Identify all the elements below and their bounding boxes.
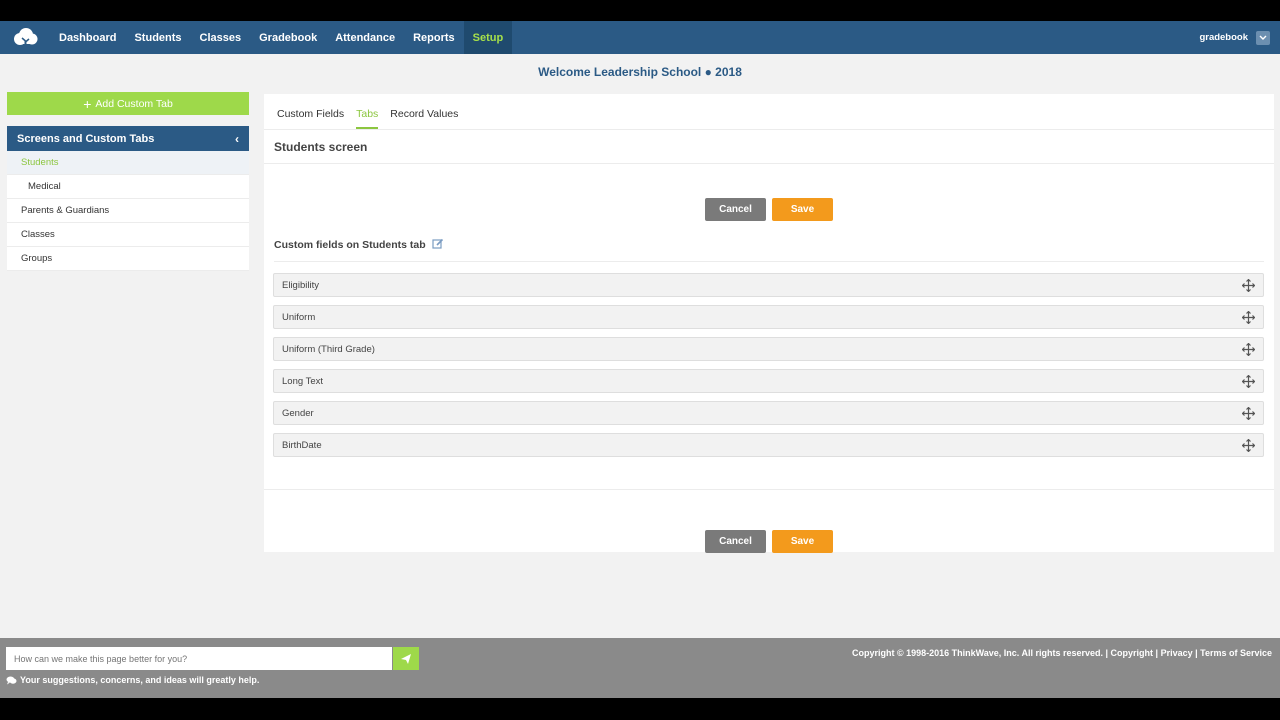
field-row[interactable]: BirthDate	[273, 433, 1264, 457]
sidebar-item-students[interactable]: Students	[7, 151, 249, 175]
custom-fields-list: Eligibility Uniform Uniform (Third Grade…	[273, 273, 1264, 465]
field-label: Uniform (Third Grade)	[282, 343, 375, 355]
field-row[interactable]: Gender	[273, 401, 1264, 425]
nav-attendance[interactable]: Attendance	[326, 21, 404, 54]
send-icon[interactable]	[393, 647, 419, 670]
add-custom-tab-button[interactable]: + Add Custom Tab	[7, 92, 249, 115]
move-icon[interactable]	[1241, 406, 1256, 423]
field-label: Eligibility	[282, 279, 319, 291]
tab-tabs[interactable]: Tabs	[356, 108, 379, 129]
copyright-bar: Copyright © 1998-2016 ThinkWave, Inc. Al…	[851, 648, 1272, 658]
terms-of-service-link[interactable]: Terms of Service	[1200, 648, 1272, 658]
bottom-button-row: Cancel Save	[264, 530, 1274, 553]
privacy-link[interactable]: Privacy	[1161, 648, 1193, 658]
move-icon[interactable]	[1241, 278, 1256, 295]
feedback-note-text: Your suggestions, concerns, and ideas wi…	[20, 675, 260, 685]
feedback-input[interactable]	[6, 647, 392, 670]
add-custom-tab-label: Add Custom Tab	[95, 97, 173, 110]
copyright-text: Copyright © 1998-2016 ThinkWave, Inc. Al…	[851, 648, 1103, 658]
user-name: gradebook	[1199, 32, 1248, 43]
top-button-row: Cancel Save	[264, 198, 1274, 221]
footer: Your suggestions, concerns, and ideas wi…	[0, 638, 1280, 698]
cloud-logo-icon[interactable]	[0, 21, 50, 54]
comments-icon	[6, 676, 17, 685]
screen-title: Students screen	[264, 130, 1274, 164]
nav-students[interactable]: Students	[125, 21, 190, 54]
field-label: Long Text	[282, 375, 324, 387]
nav-setup[interactable]: Setup	[463, 21, 513, 54]
main-panel: Custom Fields Tabs Record Values Student…	[264, 94, 1274, 553]
custom-fields-heading: Custom fields on Students tab	[274, 238, 1264, 262]
custom-fields-heading-label: Custom fields on Students tab	[274, 239, 426, 251]
cancel-button-bottom[interactable]: Cancel	[705, 530, 766, 553]
cancel-button[interactable]: Cancel	[705, 198, 766, 221]
chevron-down-icon[interactable]	[1256, 30, 1270, 45]
feedback-note: Your suggestions, concerns, and ideas wi…	[6, 675, 259, 685]
sidebar-item-medical[interactable]: Medical	[7, 175, 249, 199]
nav-dashboard[interactable]: Dashboard	[50, 21, 125, 54]
tab-record-values[interactable]: Record Values	[390, 108, 458, 129]
field-label: BirthDate	[282, 439, 322, 451]
top-navigation: Dashboard Students Classes Gradebook Att…	[0, 21, 1280, 54]
sidebar-item-groups[interactable]: Groups	[7, 247, 249, 271]
sidebar-item-parents-guardians[interactable]: Parents & Guardians	[7, 199, 249, 223]
sidebar-list: Students Medical Parents & Guardians Cla…	[7, 151, 249, 271]
app-window: Dashboard Students Classes Gradebook Att…	[0, 21, 1280, 698]
nav-classes[interactable]: Classes	[191, 21, 251, 54]
field-label: Gender	[282, 407, 314, 419]
plus-icon: +	[83, 95, 92, 112]
copyright-link[interactable]: Copyright	[1111, 648, 1154, 658]
move-icon[interactable]	[1241, 438, 1256, 455]
nav-gradebook[interactable]: Gradebook	[250, 21, 326, 54]
save-button[interactable]: Save	[772, 198, 833, 221]
field-row[interactable]: Uniform	[273, 305, 1264, 329]
edit-icon[interactable]	[432, 238, 444, 253]
field-row[interactable]: Long Text	[273, 369, 1264, 393]
field-label: Uniform	[282, 311, 316, 323]
chevron-left-icon[interactable]: ‹	[235, 132, 239, 146]
save-button-bottom[interactable]: Save	[772, 530, 833, 553]
move-icon[interactable]	[1241, 342, 1256, 359]
school-title: Welcome Leadership School ● 2018	[538, 65, 742, 79]
move-icon[interactable]	[1241, 310, 1256, 327]
tab-bar: Custom Fields Tabs Record Values	[264, 94, 1274, 130]
sidebar-header-label: Screens and Custom Tabs	[17, 132, 155, 145]
sidebar-item-classes[interactable]: Classes	[7, 223, 249, 247]
sidebar-header: Screens and Custom Tabs ‹	[7, 126, 249, 151]
tab-custom-fields[interactable]: Custom Fields	[277, 108, 344, 129]
move-icon[interactable]	[1241, 374, 1256, 391]
user-menu[interactable]: gradebook	[1199, 21, 1270, 54]
nav-reports[interactable]: Reports	[404, 21, 464, 54]
field-row[interactable]: Eligibility	[273, 273, 1264, 297]
field-row[interactable]: Uniform (Third Grade)	[273, 337, 1264, 361]
divider	[264, 489, 1274, 490]
